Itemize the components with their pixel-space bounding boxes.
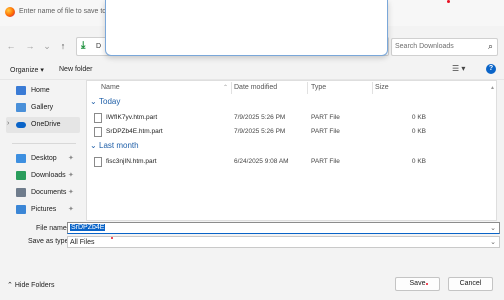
- file-name: IWfIK7yv.htm.part: [106, 114, 158, 121]
- file-name: SrDPZb4E.htm.part: [106, 128, 163, 135]
- file-size: 0 KB: [411, 128, 426, 135]
- autocomplete-popup[interactable]: [105, 0, 388, 56]
- sidebar-item-label: Downloads: [31, 172, 66, 179]
- desktop-icon: [16, 154, 26, 163]
- onedrive-icon: [16, 122, 26, 128]
- command-bar: Organize ▾ New folder: [0, 60, 504, 80]
- download-arrow-icon: ⤓: [81, 40, 86, 51]
- group-header-today[interactable]: ⌄ Today: [90, 97, 290, 109]
- sidebar-item-label: Home: [31, 87, 50, 94]
- save-type-value: All Files: [70, 239, 95, 246]
- chevron-down-icon: ⌄: [90, 141, 97, 150]
- chevron-down-icon: ⌄: [90, 97, 97, 106]
- sidebar-item-label: Documents: [31, 189, 67, 196]
- file-type: PART File: [311, 114, 340, 121]
- sidebar-item-label: Pictures: [31, 206, 57, 213]
- file-name-selected-text: SrDPZb4E: [70, 224, 106, 231]
- hide-folders-button[interactable]: ⌃ Hide Folders: [7, 281, 55, 289]
- column-divider[interactable]: [231, 82, 232, 94]
- column-header-date[interactable]: Date modified: [234, 84, 277, 91]
- file-size: 0 KB: [411, 114, 426, 121]
- file-list[interactable]: Name ⌃ Date modified Type Size ⌄ Today I…: [86, 80, 497, 221]
- sidebar-divider: [12, 143, 76, 144]
- marker-dot: [426, 283, 428, 285]
- home-icon: [16, 86, 26, 95]
- chevron-up-icon: ⌃: [7, 282, 13, 289]
- up-icon[interactable]: ↑: [57, 40, 69, 52]
- save-type-select[interactable]: All Files ⌄: [67, 236, 500, 248]
- gallery-icon: [16, 103, 26, 112]
- forward-icon[interactable]: →: [24, 40, 36, 52]
- navigation-pane: Home Gallery › OneDrive Desktop ✦ Downlo…: [0, 80, 83, 220]
- column-divider[interactable]: [372, 82, 373, 94]
- sidebar-item-downloads[interactable]: Downloads ✦: [6, 168, 80, 184]
- cancel-button[interactable]: Cancel: [448, 277, 493, 291]
- file-name-field[interactable]: SrDPZb4E ⌄: [67, 222, 500, 234]
- chevron-right-icon[interactable]: ›: [7, 120, 9, 127]
- sidebar-item-pictures[interactable]: Pictures ✦: [6, 202, 80, 218]
- file-name: fisc3njIN.htm.part: [106, 158, 157, 165]
- save-button[interactable]: Save: [395, 277, 440, 291]
- breadcrumb[interactable]: D: [96, 43, 101, 50]
- marker-dot: [447, 0, 450, 3]
- group-label: Last month: [99, 141, 139, 150]
- search-placeholder: Search Downloads: [395, 43, 454, 50]
- file-icon: [94, 157, 102, 167]
- chevron-down-icon[interactable]: ⌄: [490, 238, 496, 246]
- recent-locations-icon[interactable]: ⌄: [41, 40, 53, 52]
- table-row[interactable]: fisc3njIN.htm.part 6/24/2025 9:08 AM PAR…: [92, 155, 492, 169]
- firefox-icon: [5, 7, 15, 17]
- sidebar-item-label: Desktop: [31, 155, 57, 162]
- cancel-button-label: Cancel: [459, 280, 482, 287]
- downloads-icon: [16, 171, 26, 180]
- pin-icon: ✦: [68, 189, 74, 196]
- view-options-icon[interactable]: ☰ ▾: [452, 64, 465, 73]
- file-type: PART File: [311, 128, 340, 135]
- file-name-label: File name:: [36, 225, 69, 232]
- sort-chevron-icon: ⌃: [223, 85, 229, 91]
- table-row[interactable]: IWfIK7yv.htm.part 7/9/2025 5:26 PM PART …: [92, 111, 492, 125]
- save-type-label: Save as type:: [28, 238, 71, 245]
- file-type: PART File: [311, 158, 340, 165]
- column-divider[interactable]: [307, 82, 308, 94]
- file-date: 7/9/2025 5:26 PM: [234, 114, 286, 121]
- sidebar-item-label: Gallery: [31, 104, 54, 111]
- sidebar-item-label: OneDrive: [31, 121, 61, 128]
- pin-icon: ✦: [68, 155, 74, 162]
- search-icon: ⌕: [487, 41, 493, 51]
- sidebar-item-home[interactable]: Home: [6, 83, 80, 99]
- back-icon[interactable]: ←: [5, 40, 17, 52]
- group-header-last-month[interactable]: ⌄ Last month: [90, 141, 290, 153]
- file-date: 7/9/2025 5:26 PM: [234, 128, 286, 135]
- sidebar-item-gallery[interactable]: Gallery: [6, 100, 80, 116]
- sidebar-item-onedrive[interactable]: › OneDrive: [6, 117, 80, 133]
- column-header-row: Name ⌃ Date modified Type Size: [87, 81, 498, 95]
- group-label: Today: [99, 97, 121, 106]
- search-input[interactable]: Search Downloads ⌕: [391, 38, 498, 56]
- scroll-up-icon[interactable]: ▲: [490, 85, 495, 91]
- vertical-scrollbar[interactable]: ▲: [490, 85, 495, 215]
- file-size: 0 KB: [411, 158, 426, 165]
- pictures-icon: [16, 205, 26, 214]
- file-date: 6/24/2025 9:08 AM: [234, 158, 289, 165]
- file-icon: [94, 113, 102, 123]
- organize-button[interactable]: Organize ▾: [10, 66, 44, 74]
- save-button-label: Save: [409, 280, 426, 287]
- new-folder-button[interactable]: New folder: [59, 66, 92, 73]
- hide-folders-label: Hide Folders: [14, 282, 55, 289]
- pin-icon: ✦: [68, 206, 74, 213]
- sidebar-item-desktop[interactable]: Desktop ✦: [6, 151, 80, 167]
- chevron-down-icon[interactable]: ⌄: [490, 224, 496, 232]
- column-header-type[interactable]: Type: [311, 84, 326, 91]
- file-icon: [94, 127, 102, 137]
- column-header-size[interactable]: Size: [375, 84, 389, 91]
- pin-icon: ✦: [68, 172, 74, 179]
- marker-dot: [111, 237, 113, 239]
- documents-icon: [16, 188, 26, 197]
- column-header-name[interactable]: Name: [101, 84, 120, 91]
- sidebar-item-documents[interactable]: Documents ✦: [6, 185, 80, 201]
- help-icon[interactable]: ?: [486, 64, 496, 74]
- window-title: Enter name of file to save to…: [19, 8, 114, 15]
- table-row[interactable]: SrDPZb4E.htm.part 7/9/2025 5:26 PM PART …: [92, 125, 492, 139]
